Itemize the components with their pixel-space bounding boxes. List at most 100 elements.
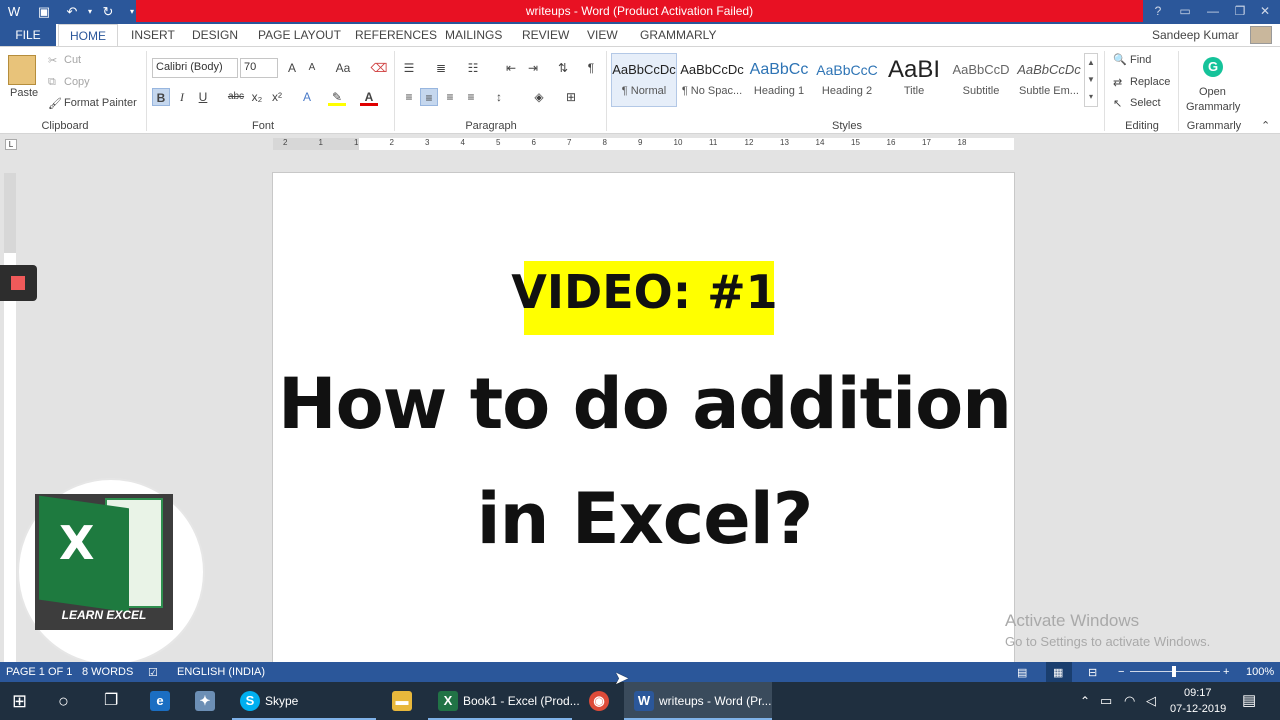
- battery-icon[interactable]: ▭: [1100, 682, 1112, 720]
- bold-button[interactable]: B: [152, 88, 170, 106]
- format-painter-button[interactable]: Format Painter: [64, 97, 137, 109]
- align-right-icon[interactable]: ≡: [441, 88, 459, 106]
- save-icon[interactable]: ▣: [34, 2, 54, 22]
- word-icon[interactable]: W: [634, 691, 654, 711]
- cut-button[interactable]: Cut: [64, 54, 81, 66]
- borders-icon[interactable]: ⊞: [562, 88, 580, 106]
- tab-selector-icon[interactable]: L: [5, 139, 17, 150]
- clear-formatting-icon[interactable]: ⌫: [370, 59, 388, 77]
- tab-review[interactable]: REVIEW: [522, 28, 569, 42]
- proofing-icon[interactable]: ☑: [148, 666, 158, 679]
- replace-icon[interactable]: ⇄: [1113, 76, 1122, 89]
- tab-home[interactable]: HOME: [58, 24, 118, 47]
- select-button[interactable]: Select: [1130, 97, 1161, 109]
- font-name-select[interactable]: Calibri (Body): [152, 58, 238, 78]
- tab-file[interactable]: FILE: [0, 24, 56, 46]
- shading-icon[interactable]: ◈: [530, 88, 548, 106]
- edge-icon[interactable]: e: [150, 691, 170, 711]
- tab-mailings[interactable]: MAILINGS: [445, 28, 502, 42]
- cut-icon[interactable]: ✂: [48, 54, 57, 67]
- text-effects-icon[interactable]: A: [298, 88, 316, 106]
- tab-page-layout[interactable]: PAGE LAYOUT: [258, 28, 341, 42]
- close-button[interactable]: ✕: [1250, 0, 1280, 22]
- grammarly-button[interactable]: Grammarly: [1186, 101, 1240, 113]
- app-icon[interactable]: ✦: [195, 691, 215, 711]
- collapse-ribbon-icon[interactable]: ⌃: [1261, 119, 1270, 132]
- language[interactable]: ENGLISH (INDIA): [177, 666, 265, 678]
- document-page[interactable]: VIDEO: #1 How to do addition in Excel?: [272, 172, 1015, 664]
- help-icon[interactable]: ?: [1143, 0, 1173, 22]
- increase-indent-icon[interactable]: ⇥: [524, 59, 542, 77]
- superscript-button[interactable]: x²: [268, 88, 286, 106]
- volume-icon[interactable]: ◁: [1146, 682, 1156, 720]
- font-size-select[interactable]: 70: [240, 58, 278, 78]
- user-name[interactable]: Sandeep Kumar: [1152, 28, 1239, 42]
- styles-scroll-icon[interactable]: ▲ ▼ ▾: [1084, 53, 1098, 107]
- find-button[interactable]: Find: [1130, 54, 1151, 66]
- numbering-icon[interactable]: ≣: [432, 59, 450, 77]
- skype-icon[interactable]: S: [240, 691, 260, 711]
- multilevel-list-icon[interactable]: ☷: [464, 59, 482, 77]
- style-no-spacing[interactable]: AaBbCcDc ¶ No Spac...: [679, 55, 745, 107]
- recording-stop-button[interactable]: [0, 265, 37, 301]
- doc-title-line1[interactable]: How to do addition: [273, 363, 1014, 445]
- align-center-icon[interactable]: ≡: [420, 88, 438, 106]
- copy-icon[interactable]: ⧉: [48, 76, 56, 89]
- underline-button[interactable]: U: [194, 88, 212, 106]
- notifications-icon[interactable]: ▤: [1242, 682, 1256, 720]
- bullets-icon[interactable]: ☰: [400, 59, 418, 77]
- style-heading-1[interactable]: AaBbCc Heading 1: [746, 55, 812, 107]
- doc-title-line2[interactable]: in Excel?: [273, 478, 1014, 560]
- wifi-icon[interactable]: ◠: [1124, 682, 1135, 720]
- tab-grammarly[interactable]: GRAMMARLY: [640, 28, 716, 42]
- doc-heading-video[interactable]: VIDEO: #1: [273, 265, 1014, 319]
- zoom-in-icon[interactable]: +: [1223, 666, 1229, 678]
- web-layout-icon[interactable]: ⊟: [1088, 666, 1097, 679]
- undo-icon[interactable]: ↶: [62, 2, 82, 22]
- highlight-color-icon[interactable]: ✎: [328, 88, 346, 106]
- zoom-level[interactable]: 100%: [1246, 666, 1274, 678]
- horizontal-ruler[interactable]: 2 1 1 2 3 4 5 6 7 8 9 10 11 12 13 14 15 16 17 18: [273, 138, 1014, 150]
- print-layout-icon[interactable]: ▦: [1053, 666, 1063, 679]
- tab-design[interactable]: DESIGN: [192, 28, 238, 42]
- sort-icon[interactable]: ⇅: [554, 59, 572, 77]
- clock-time[interactable]: 09:17: [1184, 687, 1212, 699]
- vertical-ruler[interactable]: [4, 173, 16, 662]
- word-count[interactable]: 8 WORDS: [82, 666, 133, 678]
- change-case-button[interactable]: Aa: [332, 59, 354, 77]
- user-avatar[interactable]: [1250, 26, 1272, 44]
- undo-dropdown-icon[interactable]: ▾: [80, 2, 100, 22]
- grammarly-icon[interactable]: G: [1203, 57, 1223, 77]
- task-view-icon[interactable]: ❐: [104, 682, 118, 720]
- format-painter-icon[interactable]: 🖌: [48, 97, 62, 110]
- redo-icon[interactable]: ↻: [98, 2, 118, 22]
- strikethrough-button[interactable]: abc: [226, 88, 246, 106]
- taskbar-word[interactable]: writeups - Word (Pr...: [659, 682, 771, 720]
- file-explorer-icon[interactable]: ▬: [392, 691, 412, 711]
- show-marks-icon[interactable]: ¶: [582, 59, 600, 77]
- chrome-icon[interactable]: ◉: [589, 691, 609, 711]
- grow-font-button[interactable]: A: [283, 59, 301, 77]
- zoom-slider-thumb[interactable]: [1172, 666, 1176, 677]
- open-grammarly-label[interactable]: Open: [1199, 86, 1226, 98]
- ribbon-display-icon[interactable]: ▭: [1170, 0, 1200, 22]
- zoom-out-icon[interactable]: −: [1118, 666, 1124, 678]
- paste-button[interactable]: Paste: [10, 87, 38, 99]
- copy-button[interactable]: Copy: [64, 76, 90, 88]
- tab-view[interactable]: VIEW: [587, 28, 618, 42]
- font-color-icon[interactable]: A: [360, 88, 378, 106]
- word-app-icon[interactable]: W: [4, 2, 24, 22]
- justify-icon[interactable]: ≡: [462, 88, 480, 106]
- find-icon[interactable]: 🔍: [1113, 53, 1127, 66]
- tab-references[interactable]: REFERENCES: [355, 28, 437, 42]
- replace-button[interactable]: Replace: [1130, 76, 1170, 88]
- tab-insert[interactable]: INSERT: [131, 28, 175, 42]
- style-subtitle[interactable]: AaBbCcD Subtitle: [948, 55, 1014, 107]
- italic-button[interactable]: I: [173, 88, 191, 106]
- minimize-button[interactable]: —: [1198, 0, 1228, 22]
- excel-icon[interactable]: X: [438, 691, 458, 711]
- style-title[interactable]: AaBI Title: [881, 55, 947, 107]
- style-normal[interactable]: AaBbCcDc ¶ Normal: [611, 55, 677, 107]
- subscript-button[interactable]: x₂: [248, 88, 266, 106]
- page-count[interactable]: PAGE 1 OF 1: [6, 666, 72, 678]
